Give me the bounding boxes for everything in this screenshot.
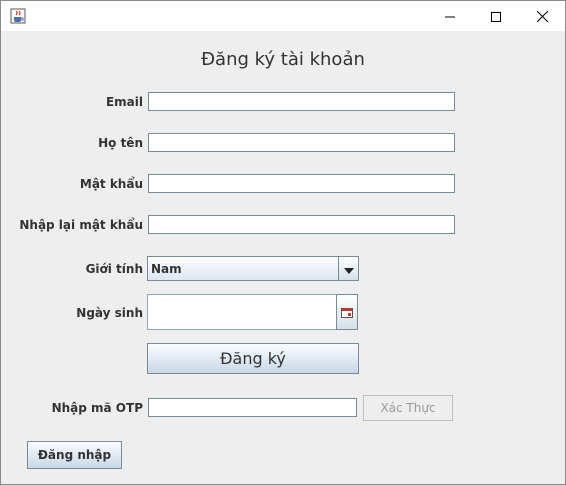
close-icon <box>536 7 548 26</box>
minimize-button[interactable] <box>427 1 473 31</box>
password-field[interactable] <box>148 174 455 193</box>
login-button[interactable]: Đăng nhập <box>27 441 122 469</box>
birthdate-label: Ngày sinh <box>76 306 143 320</box>
fullname-field[interactable] <box>148 133 455 152</box>
gender-select[interactable]: Nam <box>147 256 359 281</box>
fullname-label: Họ tên <box>98 136 143 150</box>
email-label: Email <box>105 95 143 109</box>
verify-button[interactable]: Xác Thực <box>363 395 453 421</box>
date-picker-button[interactable] <box>336 294 358 330</box>
otp-field[interactable] <box>148 398 357 417</box>
email-field[interactable] <box>148 92 455 111</box>
form-panel: Đăng ký tài khoản Email Họ tên Mật khẩu … <box>1 31 565 484</box>
java-cup-icon <box>10 8 26 24</box>
password-label: Mật khẩu <box>79 177 143 191</box>
gender-selected-value: Nam <box>151 262 182 276</box>
page-title: Đăng ký tài khoản <box>201 49 365 70</box>
otp-label: Nhập mã OTP <box>51 401 143 415</box>
birthdate-field[interactable] <box>147 294 337 330</box>
confirm-password-field[interactable] <box>148 215 455 234</box>
confirm-password-label: Nhập lại mật khẩu <box>19 218 143 232</box>
register-button[interactable]: Đăng ký <box>147 343 359 374</box>
calendar-icon <box>341 303 353 322</box>
gender-label: Giới tính <box>85 262 143 276</box>
chevron-down-icon <box>343 259 354 278</box>
maximize-button[interactable] <box>473 1 519 31</box>
dropdown-button[interactable] <box>338 257 358 280</box>
register-window: Đăng ký tài khoản Email Họ tên Mật khẩu … <box>0 0 566 485</box>
maximize-icon <box>491 7 501 26</box>
title-bar[interactable] <box>1 1 565 31</box>
close-button[interactable] <box>519 1 565 31</box>
minimize-icon <box>445 7 455 26</box>
